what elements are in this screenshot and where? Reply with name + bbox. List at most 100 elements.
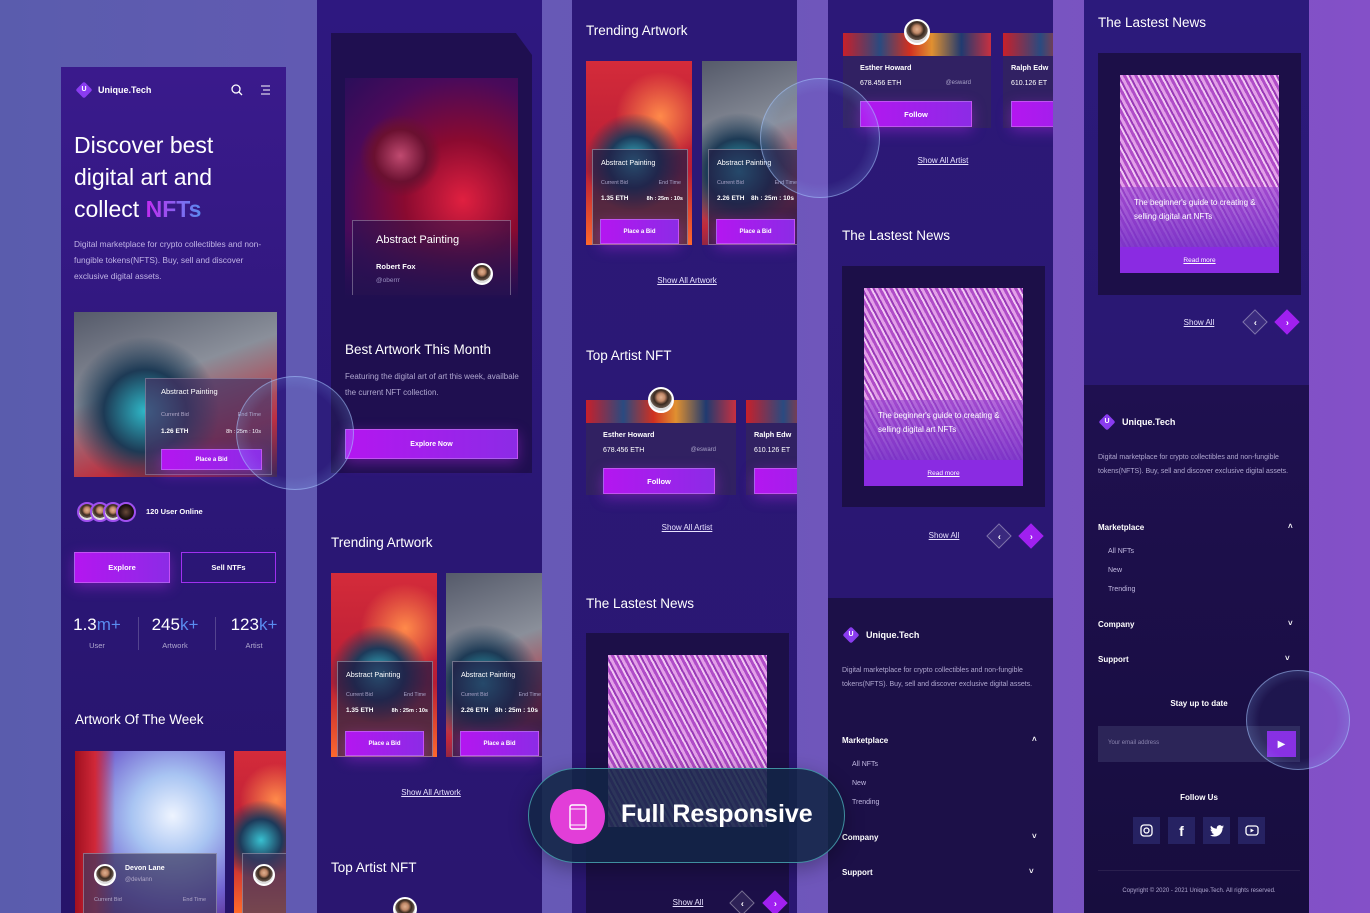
footer-company-toggle[interactable]: Company — [842, 833, 878, 842]
footer-link[interactable]: All NFTs — [1108, 548, 1134, 555]
search-icon[interactable] — [231, 84, 243, 96]
show-all-news-link[interactable]: Show All — [929, 531, 960, 540]
twitter-icon[interactable] — [1203, 817, 1230, 844]
artist-handle: @oberrr — [376, 277, 400, 284]
week-artwork-card — [242, 853, 286, 913]
news-card[interactable]: The beginner's guide to creating & selli… — [842, 266, 1045, 507]
artist-name: Ralph Edw — [1011, 63, 1049, 72]
footer-support-toggle[interactable]: Support — [1098, 655, 1129, 664]
footer-link[interactable]: New — [1108, 567, 1122, 574]
artist-name: Esther Howard — [603, 430, 655, 439]
follow-button[interactable]: Follow — [860, 101, 972, 127]
place-bid-button[interactable]: Place a Bid — [716, 219, 795, 244]
artwork-title: Abstract Painting — [161, 387, 218, 396]
place-bid-button[interactable]: Place a Bid — [460, 731, 539, 756]
footer-description: Digital marketplace for crypto collectib… — [842, 667, 1033, 688]
brand-name[interactable]: Unique.Tech — [98, 85, 151, 95]
sell-nfts-button[interactable]: Sell NTFs — [181, 552, 276, 583]
section-title: Artwork Of The Week — [75, 712, 204, 727]
artist-name: Esther Howard — [860, 63, 912, 72]
brand-name[interactable]: Unique.Tech — [1122, 417, 1175, 427]
brand-name[interactable]: Unique.Tech — [866, 630, 919, 640]
explore-now-button[interactable]: Explore Now — [345, 429, 518, 459]
chevron-down-icon[interactable]: ˅ — [1285, 654, 1290, 663]
show-all-artist-link[interactable]: Show All Artist — [662, 523, 713, 532]
explore-button[interactable]: Explore — [74, 552, 170, 583]
follow-button[interactable]: Follow — [754, 468, 797, 494]
logo-letter: U — [848, 631, 854, 638]
artist-eth: 610.126 ET — [754, 447, 791, 454]
mobile-screen-home: U Unique.Tech Discover best digital art … — [61, 0, 286, 913]
facebook-icon[interactable]: f — [1168, 817, 1195, 844]
news-card[interactable]: The beginner's guide to creating & selli… — [1098, 53, 1301, 295]
chevron-down-icon[interactable]: ˅ — [1032, 832, 1037, 841]
trending-card[interactable]: Abstract Painting Current Bid End Time 1… — [586, 61, 692, 245]
email-input[interactable]: Your email address ▶ — [1098, 726, 1300, 762]
menu-icon[interactable] — [260, 85, 271, 95]
end-time-label: End Time — [774, 180, 797, 186]
chevron-right-icon: › — [773, 898, 777, 908]
footer-marketplace-toggle[interactable]: Marketplace — [1098, 523, 1144, 532]
trending-card[interactable]: Abstract Painting Current Bid End Time 2… — [446, 573, 542, 757]
youtube-icon[interactable] — [1238, 817, 1265, 844]
artist-avatar — [904, 19, 930, 45]
end-time-label: End Time — [518, 692, 541, 698]
artist-avatar — [253, 864, 275, 886]
show-all-news-link[interactable]: Show All — [1184, 318, 1215, 327]
footer-marketplace-toggle[interactable]: Marketplace — [842, 736, 888, 745]
chevron-left-icon: ‹ — [997, 531, 1001, 541]
show-all-artwork-link[interactable]: Show All Artwork — [401, 788, 461, 797]
footer-description: Digital marketplace for crypto collectib… — [1098, 454, 1289, 475]
online-users-count: 120 User Online — [146, 507, 203, 516]
read-more-link[interactable]: Read more — [864, 460, 1023, 486]
place-bid-button[interactable]: Place a Bid — [345, 731, 424, 756]
end-time-value: 8h : 25m : 10s — [751, 195, 794, 202]
chevron-down-icon[interactable]: ˅ — [1288, 619, 1293, 628]
footer-link[interactable]: All NFTs — [852, 761, 878, 768]
artwork-title: Abstract Painting — [376, 234, 460, 246]
hero-bid-card: Abstract Painting Current Bid End Time 1… — [145, 378, 272, 475]
footer-link[interactable]: Trending — [1108, 586, 1135, 593]
section-title: The Lastest News — [586, 596, 695, 611]
footer-link[interactable]: New — [852, 780, 866, 787]
chevron-up-icon[interactable]: ˄ — [1288, 522, 1293, 531]
newsletter-title: Stay up to date — [1170, 699, 1228, 708]
artist-cover-image — [1003, 33, 1053, 56]
trending-card[interactable]: Abstract Painting Current Bid End Time 2… — [702, 61, 797, 245]
footer-link[interactable]: Trending — [852, 799, 879, 806]
section-title: The Lastest News — [842, 228, 951, 243]
read-more-link[interactable]: Read more — [1120, 247, 1279, 273]
section-title: The Lastest News — [1098, 15, 1207, 30]
show-all-artist-link[interactable]: Show All Artist — [918, 156, 969, 165]
current-bid-value: 2.26 ETH — [717, 195, 745, 202]
place-bid-button[interactable]: Place a Bid — [161, 449, 262, 470]
online-user-avatar — [116, 502, 136, 522]
artist-name: Devon Lane — [125, 865, 165, 872]
mobile-screen-footer: The Lastest News The beginner's guide to… — [1084, 0, 1309, 913]
footer-company-toggle[interactable]: Company — [1098, 620, 1134, 629]
place-bid-button[interactable]: Place a Bid — [600, 219, 679, 244]
chevron-down-icon[interactable]: ˅ — [1029, 867, 1034, 876]
stat-users: 1.3m+ — [73, 615, 121, 634]
send-icon: ▶ — [1277, 738, 1286, 750]
chevron-left-icon: ‹ — [740, 898, 744, 908]
follow-button[interactable]: Follow — [1011, 101, 1053, 127]
follow-button[interactable]: Follow — [603, 468, 715, 494]
artist-handle: @devlann — [125, 877, 153, 883]
instagram-icon[interactable] — [1133, 817, 1160, 844]
stat-artwork: 245k+ — [151, 615, 199, 634]
stat-label: Artwork — [162, 641, 188, 650]
show-all-artwork-link[interactable]: Show All Artwork — [657, 276, 717, 285]
hero-title-line: Discover best — [74, 132, 214, 158]
artwork-title: Abstract Painting — [601, 158, 656, 167]
artist-eth: 678.456 ETH — [603, 447, 645, 454]
send-button[interactable]: ▶ — [1267, 731, 1296, 757]
section-title: Best Artwork This Month — [345, 342, 492, 357]
footer-support-toggle[interactable]: Support — [842, 868, 873, 877]
trending-card[interactable]: Abstract Painting Current Bid End Time 1… — [331, 573, 437, 757]
mobile-screen-best-artwork: Abstract Painting Robert Fox @oberrr Bes… — [317, 0, 542, 913]
logo-letter: U — [81, 86, 87, 93]
trending-card-info: Abstract Painting Current Bid End Time 1… — [592, 149, 688, 245]
chevron-up-icon[interactable]: ˄ — [1032, 735, 1037, 744]
show-all-news-link[interactable]: Show All — [673, 898, 704, 907]
